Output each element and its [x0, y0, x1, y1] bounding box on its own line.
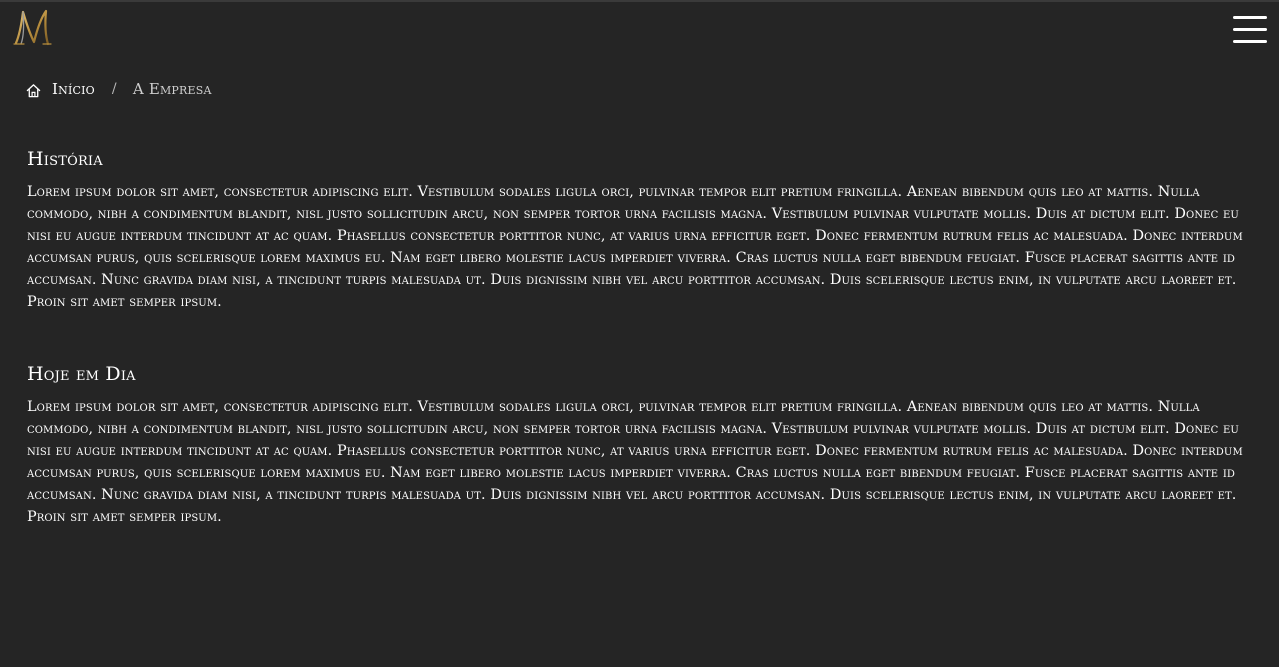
hamburger-menu-icon-bar	[1233, 28, 1267, 31]
section-body: Lorem ipsum dolor sit amet, consectetur …	[27, 399, 1243, 525]
section-title: Hoje em Dia	[27, 363, 136, 385]
section-body: Lorem ipsum dolor sit amet, consectetur …	[27, 184, 1243, 310]
site-logo[interactable]	[12, 6, 52, 48]
logo-monogram-icon	[13, 9, 52, 46]
hamburger-menu-button[interactable]	[1233, 16, 1267, 46]
breadcrumb-current-page: A Empresa	[132, 80, 212, 98]
section-title: História	[27, 148, 103, 170]
breadcrumb: Início / A Empresa	[26, 79, 212, 99]
hamburger-menu-icon-bar	[1233, 16, 1267, 19]
breadcrumb-separator: /	[111, 81, 117, 97]
top-border	[0, 0, 1279, 2]
hamburger-menu-icon-bar	[1233, 40, 1267, 43]
section-historia: História Lorem ipsum dolor sit amet, con…	[27, 147, 1252, 313]
breadcrumb-home-link[interactable]: Início	[52, 80, 95, 98]
section-hoje-em-dia: Hoje em Dia Lorem ipsum dolor sit amet, …	[27, 362, 1252, 528]
home-icon[interactable]	[26, 83, 41, 98]
